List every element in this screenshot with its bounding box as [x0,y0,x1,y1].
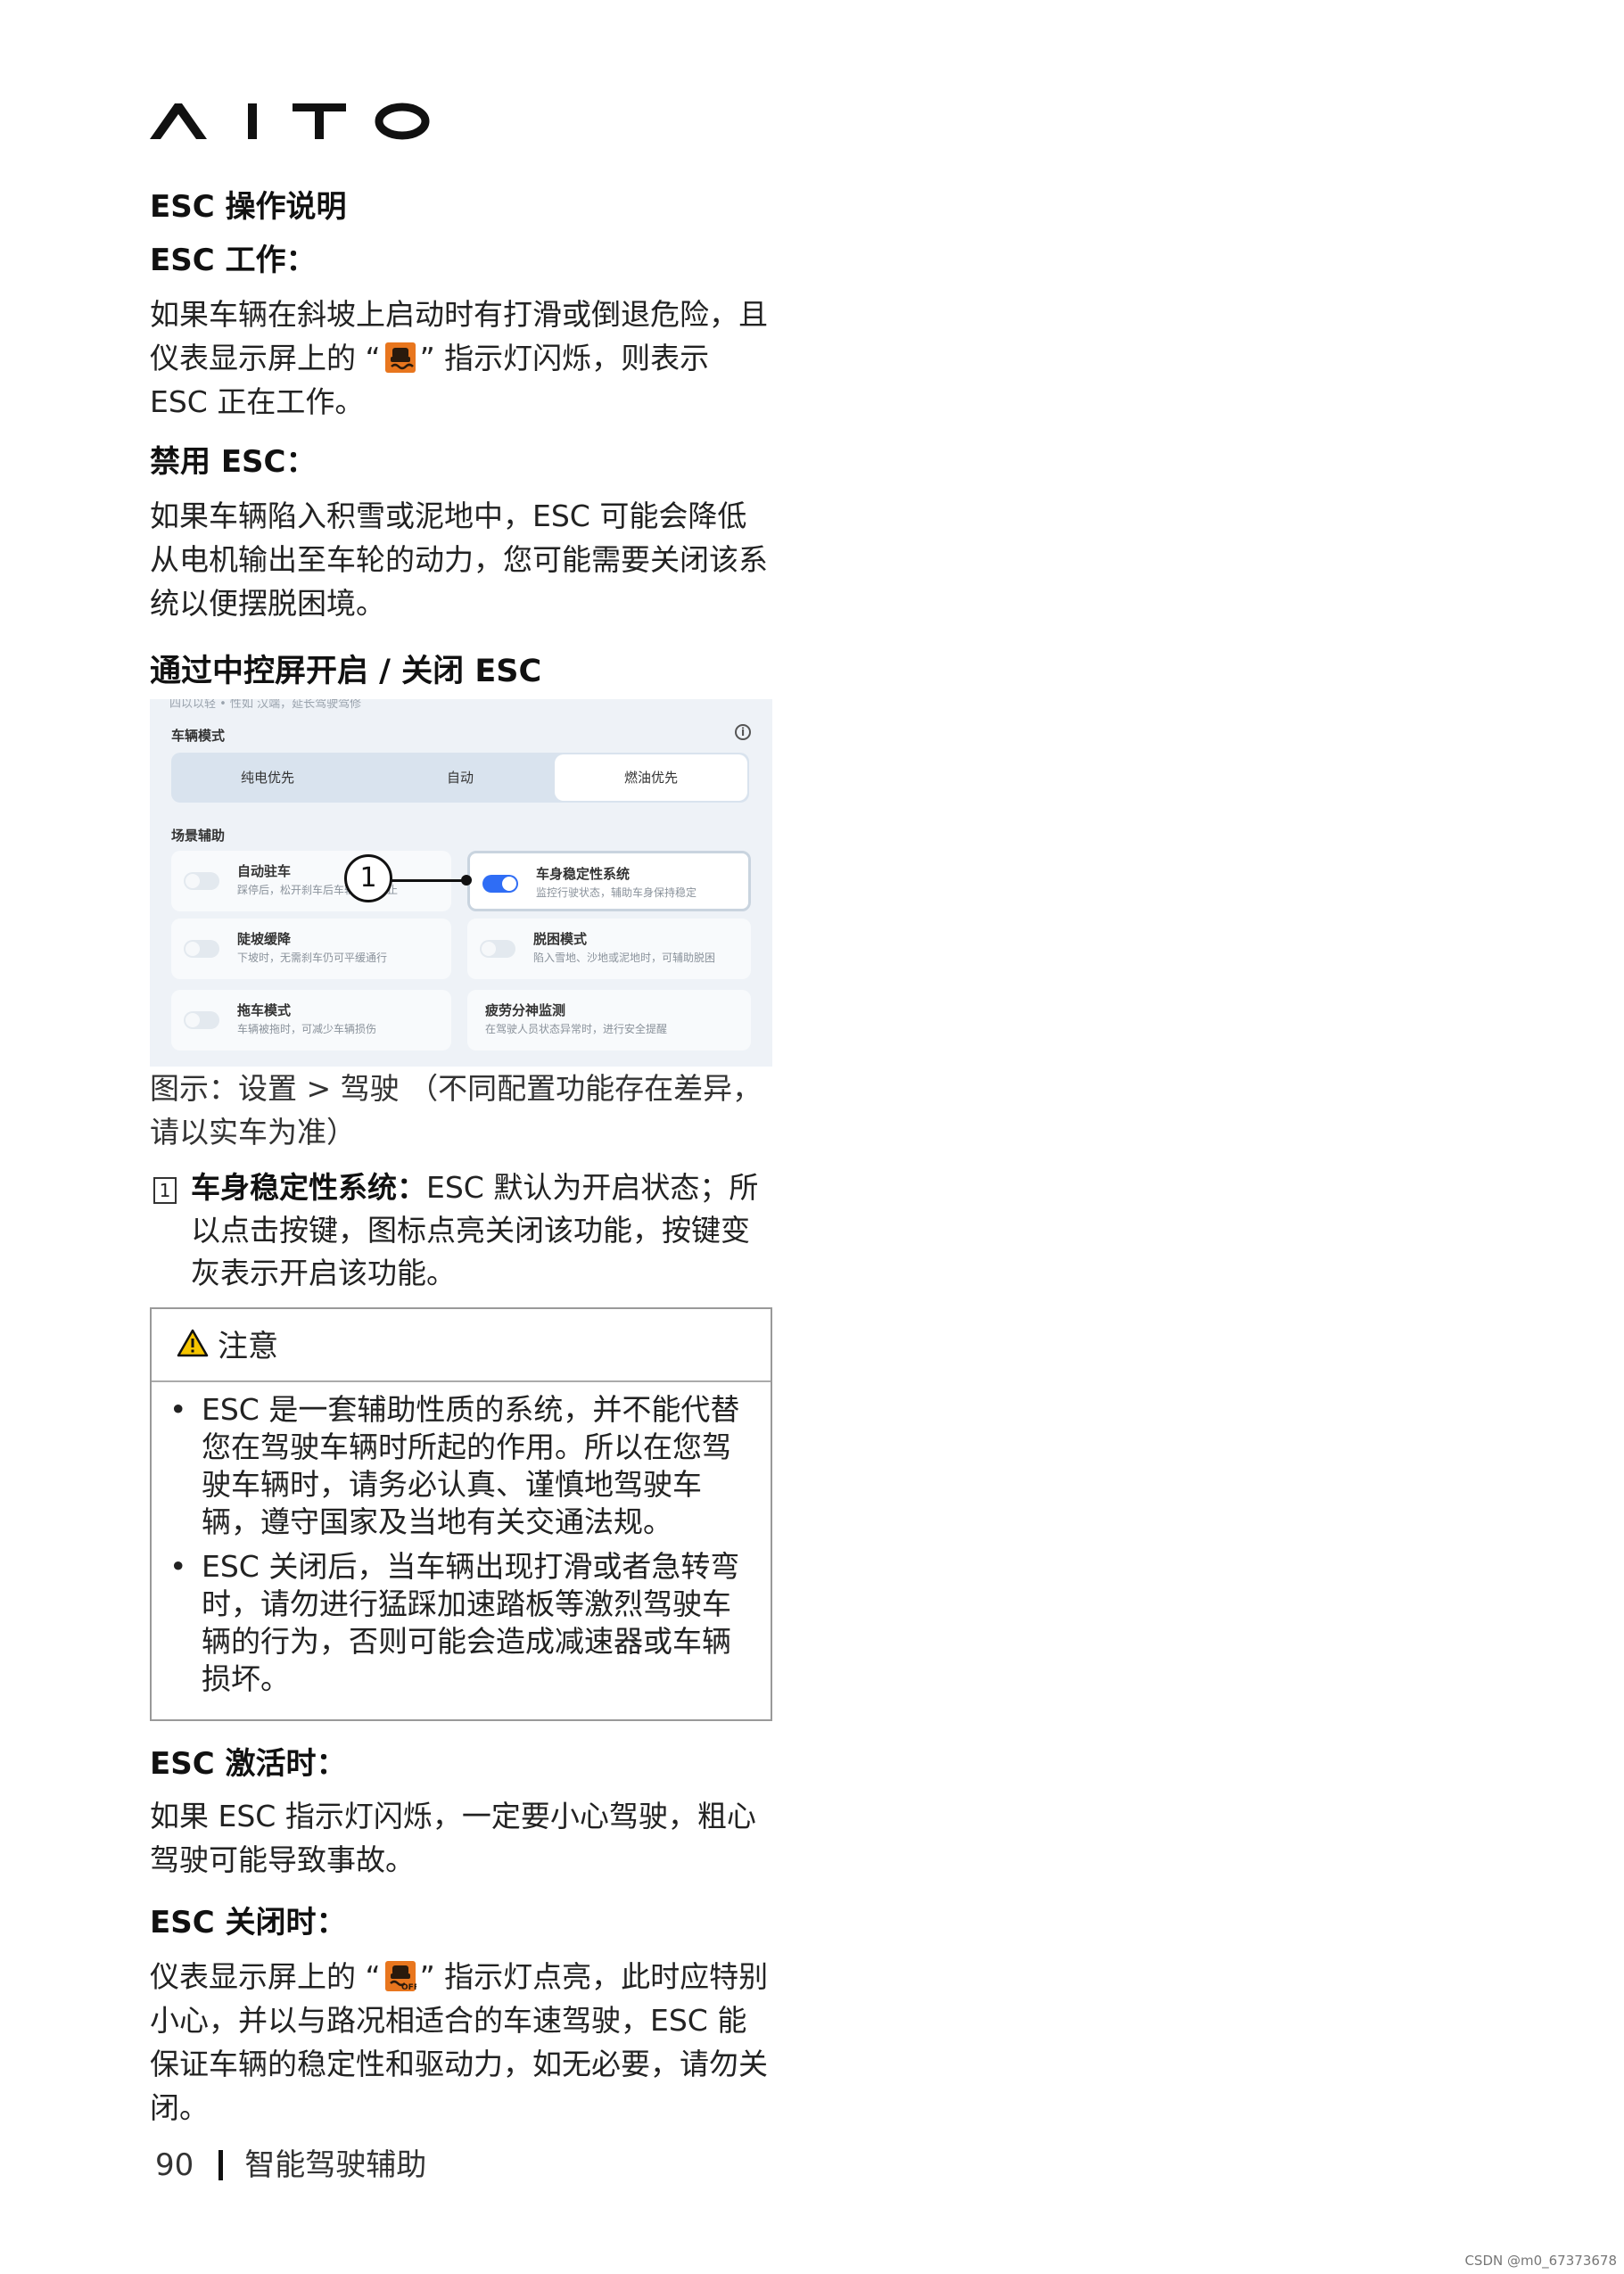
esc-active-paragraph: 如果 ESC 指示灯闪烁，一定要小心驾驶，粗心驾驶可能导致事故。 [150,1799,756,1877]
aito-logo [150,103,430,140]
card-hill-descent[interactable]: 陡坡缓降 下坡时，无需刹车仍可平缓通行 [171,919,451,979]
auto-hold-toggle[interactable] [184,872,219,890]
esc-off-icon: OFF [384,1961,416,1992]
scene-assist-title: 场景辅助 [171,828,226,844]
page-footer: 90 智能驾驶辅助 [155,2140,426,2184]
notice-title: 注意 [218,1329,278,1364]
watermark: CSDN @m0_67373678 [1464,2253,1617,2269]
chapter-name: 智能驾驶辅助 [244,2147,427,2183]
settings-screenshot: 四以以轻 • 性如 汉端，延长驾驶驾修 车辆模式 i 纯电优先 自动 燃油优先 … [150,699,772,1067]
cut-off-text: 四以以轻 • 性如 汉端，延长驾驶驾修 [169,699,362,711]
hill-descent-toggle[interactable] [184,940,219,958]
notice-bullet: ESC 关闭后，当车辆出现打滑或者急转弯时，请勿进行猛踩加速踏板等激烈驾驶车辆的… [169,1548,756,1698]
notice-box: 注意 ESC 是一套辅助性质的系统，并不能代替您在驾驶车辆时所起的作用。所以在您… [150,1307,772,1721]
vehicle-mode-selector: 纯电优先 自动 燃油优先 [171,753,749,803]
notice-list: ESC 是一套辅助性质的系统，并不能代替您在驾驶车辆时所起的作用。所以在您驾驶车… [152,1391,771,1705]
card-escape-mode[interactable]: 脱困模式 陷入雪地、沙地或泥地时，可辅助脱困 [467,919,751,979]
esc-warning-icon [384,342,416,373]
footer-separator [218,2150,224,2180]
card-towing-mode[interactable]: 拖车模式 车辆被拖时，可减少车辆损伤 [171,990,451,1050]
warning-triangle-icon [177,1329,209,1357]
callout-dot [461,875,472,886]
item-number-box: 1 [153,1177,177,1204]
section-title: ESC 操作说明 [150,189,347,225]
esc-working-heading: ESC 工作： [150,243,317,278]
numbered-item-esc: 1 车身稳定性系统：ESC 默认为开启状态；所以点击按键，图标点亮关闭该功能，按… [150,1166,774,1295]
mode-fuel-priority[interactable]: 燃油优先 [555,754,747,801]
svg-text:OFF: OFF [401,1983,416,1992]
vehicle-mode-title: 车辆模式 [171,728,226,744]
esc-off-paragraph: 仪表显示屏上的 “OFF” 指示灯点亮，此时应特别小心，并以与路况相适合的车速驾… [150,1959,769,2125]
info-icon[interactable]: i [735,724,751,740]
card-fatigue-monitor[interactable]: 疲劳分神监测 在驾驶人员状态异常时，进行安全提醒 [467,990,751,1050]
notice-bullet: ESC 是一套辅助性质的系统，并不能代替您在驾驶车辆时所起的作用。所以在您驾驶车… [169,1391,756,1541]
notice-header: 注意 [152,1309,771,1382]
callout-line [382,879,466,882]
disable-esc-paragraph: 如果车辆陷入积雪或泥地中，ESC 可能会降低从电机输出至车轮的动力，您可能需要关… [150,498,768,621]
esc-toggle[interactable] [482,875,518,893]
card-esc[interactable]: 车身稳定性系统 监控行驶状态，辅助车身保持稳定 [467,851,751,911]
mode-auto[interactable]: 自动 [364,753,556,803]
disable-esc-heading: 禁用 ESC： [150,444,317,480]
esc-active-heading: ESC 激活时： [150,1746,347,1782]
figure-caption: 图示：设置 > 驾驶 （不同配置功能存在差异，请以实车为准） [150,1071,763,1149]
towing-mode-toggle[interactable] [184,1011,219,1029]
esc-off-heading: ESC 关闭时： [150,1905,347,1940]
control-heading: 通过中控屏开启 / 关闭 ESC [150,654,542,689]
escape-mode-toggle[interactable] [480,940,515,958]
mode-ev-priority[interactable]: 纯电优先 [171,753,364,803]
callout-number: 1 [344,854,392,902]
esc-working-paragraph: 如果车辆在斜坡上启动时有打滑或倒退危险，且仪表显示屏上的 “” 指示灯闪烁，则表… [150,297,768,419]
page-number: 90 [155,2147,194,2183]
